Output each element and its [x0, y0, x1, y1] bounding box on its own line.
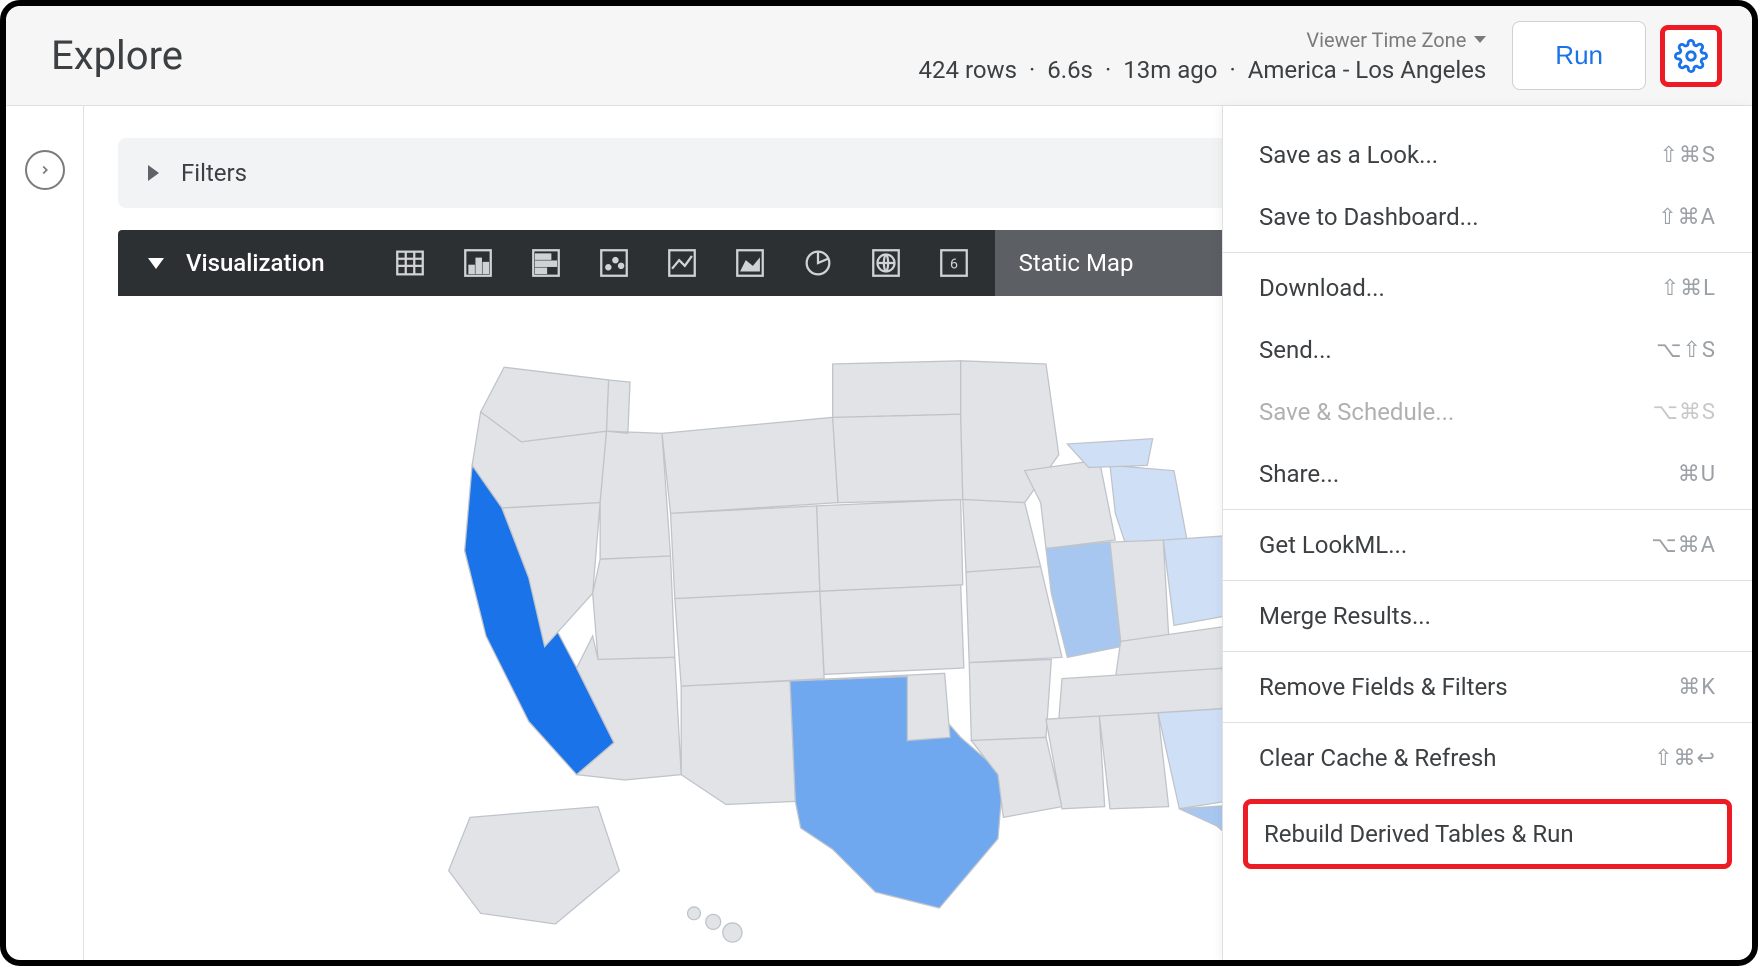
- viz-type-pie[interactable]: [787, 232, 849, 294]
- menu-separator: [1223, 651, 1752, 652]
- viz-type-column[interactable]: [447, 232, 509, 294]
- menu-item-label: Remove Fields & Filters: [1259, 673, 1508, 701]
- viz-type-single[interactable]: 6: [923, 232, 985, 294]
- menu-item-label: Send...: [1259, 336, 1332, 364]
- menu-item-label: Clear Cache & Refresh: [1259, 744, 1496, 772]
- menu-separator: [1223, 252, 1752, 253]
- menu-item-label: Rebuild Derived Tables & Run: [1264, 820, 1574, 848]
- filters-label: Filters: [181, 159, 247, 187]
- chevron-right-icon: [38, 163, 52, 177]
- stat-timezone: America - Los Angeles: [1248, 56, 1487, 84]
- gear-button[interactable]: [1660, 25, 1722, 87]
- expand-rail-button[interactable]: [25, 150, 65, 190]
- menu-shortcut: ⇧⌘L: [1661, 276, 1716, 301]
- gear-icon: [1674, 39, 1708, 73]
- menu-item-save-dashboard[interactable]: Save to Dashboard... ⇧⌘A: [1223, 186, 1752, 248]
- line-chart-icon: [665, 246, 699, 280]
- menu-item-label: Download...: [1259, 274, 1385, 302]
- menu-shortcut: ⇧⌘S: [1660, 143, 1717, 168]
- chevron-down-icon: [1474, 36, 1486, 43]
- stat-rows: 424 rows: [919, 56, 1017, 84]
- menu-shortcut: ⇧⌘↩: [1654, 746, 1716, 771]
- viz-type-scatter[interactable]: [583, 232, 645, 294]
- menu-shortcut: ⌘U: [1678, 462, 1716, 487]
- globe-icon: [869, 246, 903, 280]
- single-value-icon: 6: [937, 246, 971, 280]
- bar-chart-icon: [529, 246, 563, 280]
- menu-item-merge[interactable]: Merge Results...: [1223, 585, 1752, 647]
- svg-text:6: 6: [950, 257, 958, 273]
- caret-down-icon: [148, 258, 164, 269]
- menu-item-label: Merge Results...: [1259, 602, 1431, 630]
- timezone-selector[interactable]: Viewer Time Zone: [1306, 28, 1486, 52]
- stat-ago: 13m ago: [1123, 56, 1217, 84]
- menu-shortcut: ⌥⌘A: [1651, 533, 1716, 558]
- table-icon: [393, 246, 427, 280]
- menu-shortcut: ⌘K: [1678, 675, 1716, 700]
- menu-item-label: Save & Schedule...: [1259, 398, 1454, 426]
- menu-separator: [1223, 722, 1752, 723]
- gear-menu: Save as a Look... ⇧⌘S Save to Dashboard.…: [1222, 106, 1752, 960]
- caret-right-icon: [148, 165, 159, 181]
- viz-type-table[interactable]: [379, 232, 441, 294]
- menu-shortcut: ⇧⌘A: [1658, 205, 1716, 230]
- viz-type-line[interactable]: [651, 232, 713, 294]
- viz-type-bar[interactable]: [515, 232, 577, 294]
- area-chart-icon: [733, 246, 767, 280]
- menu-separator: [1223, 509, 1752, 510]
- menu-item-remove-fields[interactable]: Remove Fields & Filters ⌘K: [1223, 656, 1752, 718]
- menu-item-label: Get LookML...: [1259, 531, 1407, 559]
- menu-item-label: Save as a Look...: [1259, 141, 1438, 169]
- page-title: Explore: [51, 32, 183, 79]
- query-stats: 424 rows 6.6s 13m ago America - Los Ange…: [919, 56, 1487, 84]
- menu-item-lookml[interactable]: Get LookML... ⌥⌘A: [1223, 514, 1752, 576]
- stat-time: 6.6s: [1047, 56, 1093, 84]
- scatter-icon: [597, 246, 631, 280]
- menu-item-label: Share...: [1259, 460, 1339, 488]
- timezone-label: Viewer Time Zone: [1306, 28, 1466, 52]
- highlighted-menu-item: Rebuild Derived Tables & Run: [1243, 799, 1732, 869]
- menu-item-rebuild-derived[interactable]: Rebuild Derived Tables & Run: [1248, 804, 1727, 864]
- visualization-label: Visualization: [186, 249, 325, 277]
- menu-separator: [1223, 580, 1752, 581]
- menu-shortcut: ⌥⇧S: [1656, 338, 1716, 363]
- menu-item-download[interactable]: Download... ⇧⌘L: [1223, 257, 1752, 319]
- menu-item-save-look[interactable]: Save as a Look... ⇧⌘S: [1223, 124, 1752, 186]
- menu-item-share[interactable]: Share... ⌘U: [1223, 443, 1752, 505]
- menu-item-label: Save to Dashboard...: [1259, 203, 1479, 231]
- pie-chart-icon: [801, 246, 835, 280]
- menu-item-save-schedule: Save & Schedule... ⌥⌘S: [1223, 381, 1752, 443]
- menu-item-send[interactable]: Send... ⌥⇧S: [1223, 319, 1752, 381]
- viz-type-map[interactable]: [855, 232, 917, 294]
- menu-item-clear-cache[interactable]: Clear Cache & Refresh ⇧⌘↩: [1223, 727, 1752, 789]
- run-button[interactable]: Run: [1512, 21, 1646, 90]
- viz-type-area[interactable]: [719, 232, 781, 294]
- column-chart-icon: [461, 246, 495, 280]
- menu-shortcut: ⌥⌘S: [1653, 400, 1716, 425]
